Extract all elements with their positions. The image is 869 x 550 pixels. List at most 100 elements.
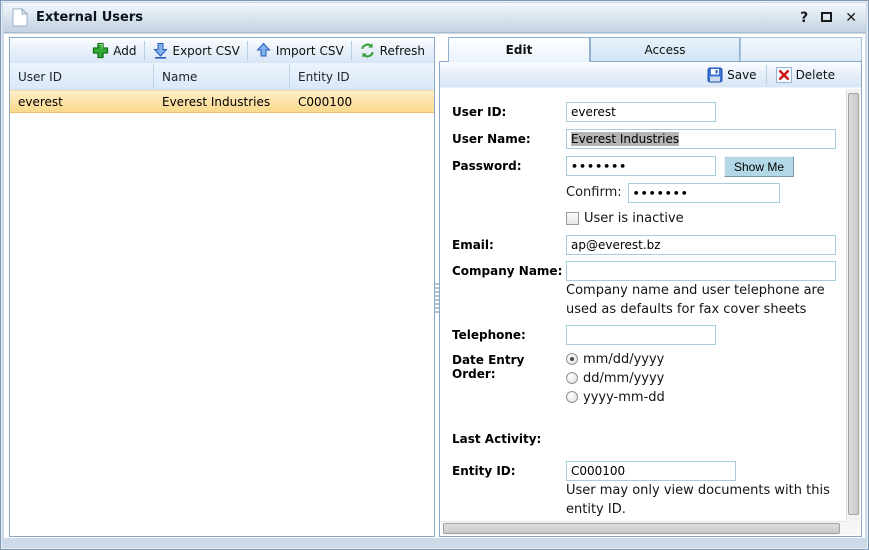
- vertical-scroll-thumb[interactable]: [848, 93, 859, 515]
- cell-entity-id: C000100: [290, 95, 434, 109]
- email-field[interactable]: ap@everest.bz: [566, 235, 836, 255]
- column-header-user-id[interactable]: User ID: [10, 64, 154, 89]
- content-area: Add Export CSV Import CSV: [3, 33, 866, 539]
- radio-icon: [566, 353, 578, 365]
- entity-id-row: Entity ID: C000100: [452, 461, 839, 481]
- toolbar-separator: [766, 65, 767, 84]
- confirm-value: •••••••: [633, 187, 689, 200]
- radio-label: dd/mm/yyyy: [583, 371, 664, 386]
- radio-label: yyyy-mm-dd: [583, 390, 665, 405]
- document-icon: [12, 8, 28, 27]
- plus-icon: [92, 42, 109, 59]
- add-button[interactable]: Add: [88, 40, 140, 61]
- save-button[interactable]: Save: [703, 65, 760, 85]
- user-detail-panel: Edit Access Save: [439, 37, 862, 537]
- last-activity-row: Last Activity:: [452, 429, 839, 446]
- telephone-row: Telephone:: [452, 325, 839, 345]
- window-title: External Users: [36, 10, 143, 25]
- maximize-button[interactable]: [821, 11, 832, 25]
- user-name-row: User Name: Everest Industries: [452, 129, 839, 149]
- close-button[interactable]: ✕: [845, 11, 857, 25]
- refresh-button[interactable]: Refresh: [355, 40, 429, 61]
- window-controls: ? ✕: [800, 11, 857, 25]
- inactive-checkbox[interactable]: [566, 212, 579, 225]
- confirm-field[interactable]: •••••••: [628, 183, 780, 203]
- horizontal-scroll-thumb[interactable]: [443, 523, 840, 534]
- telephone-label: Telephone:: [452, 325, 566, 342]
- tab-access[interactable]: Access: [590, 37, 740, 61]
- toolbar-separator: [144, 41, 145, 60]
- entity-id-label: Entity ID:: [452, 461, 566, 478]
- help-button[interactable]: ?: [800, 11, 808, 25]
- company-label: Company Name:: [452, 261, 566, 278]
- user-name-field[interactable]: Everest Industries: [566, 129, 836, 149]
- radio-option-ddmmyyyy[interactable]: dd/mm/yyyy: [566, 369, 665, 388]
- delete-icon: [776, 67, 792, 83]
- confirm-row: Confirm: •••••••: [452, 183, 839, 203]
- refresh-label: Refresh: [380, 44, 425, 58]
- table-header: User ID Name Entity ID: [10, 64, 434, 90]
- date-order-row: Date Entry Order: mm/dd/yyyy dd/mm/yyyy: [452, 350, 839, 407]
- company-row: Company Name:: [452, 261, 839, 281]
- scrollbar-corner: [846, 521, 860, 535]
- radio-icon: [566, 391, 578, 403]
- entity-id-value: C000100: [571, 464, 625, 478]
- export-csv-label: Export CSV: [173, 44, 240, 58]
- column-header-entity-id[interactable]: Entity ID: [290, 70, 434, 84]
- tab-edit[interactable]: Edit: [448, 37, 590, 62]
- toolbar-separator: [247, 41, 248, 60]
- cell-name: Everest Industries: [154, 95, 290, 109]
- user-id-value: everest: [571, 105, 616, 119]
- arrow-up-icon: [255, 42, 272, 59]
- email-label: Email:: [452, 235, 566, 252]
- horizontal-scrollbar[interactable]: [441, 521, 846, 535]
- refresh-icon: [359, 42, 376, 59]
- users-list-panel: Add Export CSV Import CSV: [9, 37, 435, 537]
- date-order-label: Date Entry Order:: [452, 350, 566, 381]
- save-label: Save: [727, 68, 756, 82]
- radio-option-mmddyyyy[interactable]: mm/dd/yyyy: [566, 350, 665, 369]
- password-label: Password:: [452, 156, 566, 173]
- confirm-label: Confirm:: [566, 183, 622, 200]
- inactive-row: User is inactive: [566, 211, 839, 226]
- telephone-field[interactable]: [566, 325, 716, 345]
- email-value: ap@everest.bz: [571, 238, 661, 252]
- delete-button[interactable]: Delete: [772, 65, 839, 85]
- save-icon: [707, 67, 723, 83]
- radio-option-yyyymmdd[interactable]: yyyy-mm-dd: [566, 388, 665, 407]
- users-toolbar: Add Export CSV Import CSV: [10, 38, 434, 64]
- password-field[interactable]: •••••••: [566, 156, 716, 176]
- export-csv-button[interactable]: Export CSV: [148, 40, 244, 61]
- column-header-name[interactable]: Name: [154, 64, 290, 89]
- vertical-scrollbar[interactable]: [846, 89, 860, 521]
- radio-label: mm/dd/yyyy: [583, 352, 664, 367]
- titlebar: External Users ? ✕: [3, 3, 866, 33]
- radio-icon: [566, 372, 578, 384]
- password-row: Password: ••••••• Show Me: [452, 156, 839, 177]
- add-label: Add: [113, 44, 136, 58]
- maximize-icon: [821, 12, 832, 22]
- last-activity-label: Last Activity:: [452, 429, 541, 446]
- user-name-label: User Name:: [452, 129, 566, 146]
- company-field[interactable]: [566, 261, 836, 281]
- user-id-label: User ID:: [452, 102, 566, 119]
- table-row[interactable]: everest Everest Industries C000100: [10, 90, 434, 113]
- entity-id-field[interactable]: C000100: [566, 461, 736, 481]
- user-name-value: Everest Industries: [571, 132, 679, 146]
- external-users-window: External Users ? ✕ Add: [0, 0, 869, 550]
- company-hint: Company name and user telephone are used…: [566, 282, 858, 320]
- import-csv-button[interactable]: Import CSV: [251, 40, 348, 61]
- show-me-button[interactable]: Show Me: [724, 156, 794, 177]
- tab-strip: Edit Access: [439, 37, 862, 61]
- inactive-label: User is inactive: [584, 211, 684, 226]
- toolbar-separator: [351, 41, 352, 60]
- date-order-options: mm/dd/yyyy dd/mm/yyyy yyyy-mm-dd: [566, 350, 665, 407]
- arrow-down-icon: [152, 42, 169, 59]
- password-value: •••••••: [571, 160, 627, 173]
- user-id-row: User ID: everest: [452, 102, 839, 122]
- user-form: User ID: everest User Name: Everest Indu…: [440, 88, 861, 519]
- email-row: Email: ap@everest.bz: [452, 235, 839, 255]
- user-id-field[interactable]: everest: [566, 102, 716, 122]
- delete-label: Delete: [796, 68, 835, 82]
- import-csv-label: Import CSV: [276, 44, 344, 58]
